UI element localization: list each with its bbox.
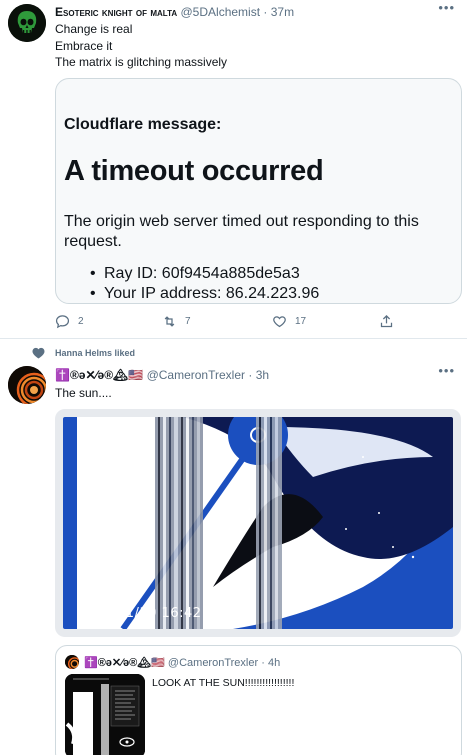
quoted-tweet[interactable]: ✝️®ə✕⁄ə®🏔🇺🇸 @CameronTrexler · 4h LOOK AT…: [55, 645, 462, 755]
link-card[interactable]: Cloudflare message: A timeout occurred T…: [55, 78, 462, 304]
sun-avatar-icon: [65, 655, 79, 669]
tweet-actions: 2 7 17: [55, 314, 415, 332]
display-name[interactable]: Esoteric knight of malta: [55, 5, 177, 19]
more-icon[interactable]: •••: [438, 363, 455, 378]
media-timestamp: 2021/01/10 16:42: [77, 606, 202, 621]
media-image[interactable]: 2021/01/10 16:42: [55, 409, 461, 637]
handle[interactable]: @CameronTrexler: [147, 368, 245, 382]
avatar[interactable]: [8, 366, 46, 404]
tweet-text: Change is real Embrace it The matrix is …: [55, 21, 227, 71]
ip-address: Your IP address: 86.24.223.96: [90, 284, 319, 303]
sun-glitch-image: [63, 417, 453, 629]
like-icon: [273, 316, 286, 328]
retweet-icon: [164, 316, 175, 327]
separator: ·: [261, 657, 265, 669]
timestamp: 4h: [267, 657, 281, 669]
quote-thumbnail: [65, 674, 145, 755]
display-name: ✝️®ə✕⁄ə®🏔🇺🇸: [84, 657, 165, 669]
card-description: The origin web server timed out respondi…: [64, 213, 419, 250]
like-count: 17: [295, 316, 307, 327]
handle[interactable]: @5DAlchemist: [181, 5, 261, 19]
retweet-count: 7: [185, 316, 191, 327]
sun-thumbnail-image: [65, 674, 145, 755]
skull-avatar-icon: [8, 4, 46, 42]
social-context-label[interactable]: Hanna Helms liked: [55, 348, 135, 358]
timestamp[interactable]: 37m: [271, 5, 294, 19]
share-icon: [380, 314, 393, 328]
tweet-1[interactable]: Esoteric knight of malta @5DAlchemist · …: [0, 0, 467, 338]
tweet-line: Change is real: [55, 22, 133, 36]
sun-avatar-icon: [8, 366, 46, 404]
avatar: [65, 655, 79, 669]
reply-icon: [55, 315, 70, 329]
tweet-header: Esoteric knight of malta @5DAlchemist · …: [55, 5, 294, 19]
tweet-line: Embrace it: [55, 38, 113, 53]
more-icon[interactable]: •••: [438, 0, 455, 15]
reply-button[interactable]: 2: [55, 314, 84, 329]
ray-id: Ray ID: 60f9454a885de5a3: [90, 264, 319, 284]
tweet-text: The sun....: [55, 386, 112, 400]
reply-count: 2: [78, 316, 84, 327]
tweet-line: The matrix is glitching massively: [55, 55, 228, 69]
retweet-button[interactable]: 7: [162, 314, 191, 329]
quote-header: ✝️®ə✕⁄ə®🏔🇺🇸 @CameronTrexler · 4h: [84, 656, 280, 669]
card-details: Ray ID: 60f9454a885de5a3 Your IP address…: [90, 264, 319, 303]
avatar[interactable]: [8, 4, 46, 42]
like-button[interactable]: 17: [272, 314, 306, 329]
tweet-header: ✝️®ə✕⁄ə®🏔🇺🇸 @CameronTrexler · 3h: [55, 368, 269, 382]
quote-text: LOOK AT THE SUN!!!!!!!!!!!!!!!!!: [152, 677, 295, 689]
card-label: Cloudflare message:: [64, 116, 222, 133]
handle: @CameronTrexler: [167, 657, 259, 669]
separator: ·: [263, 5, 268, 19]
social-context: Hanna Helms liked: [32, 347, 135, 359]
separator: ·: [248, 368, 253, 382]
timestamp[interactable]: 3h: [256, 368, 269, 382]
share-button[interactable]: [379, 314, 394, 329]
heart-icon: [32, 347, 45, 359]
display-name[interactable]: ✝️®ə✕⁄ə®🏔🇺🇸: [55, 368, 143, 382]
card-title: A timeout occurred: [64, 155, 324, 187]
